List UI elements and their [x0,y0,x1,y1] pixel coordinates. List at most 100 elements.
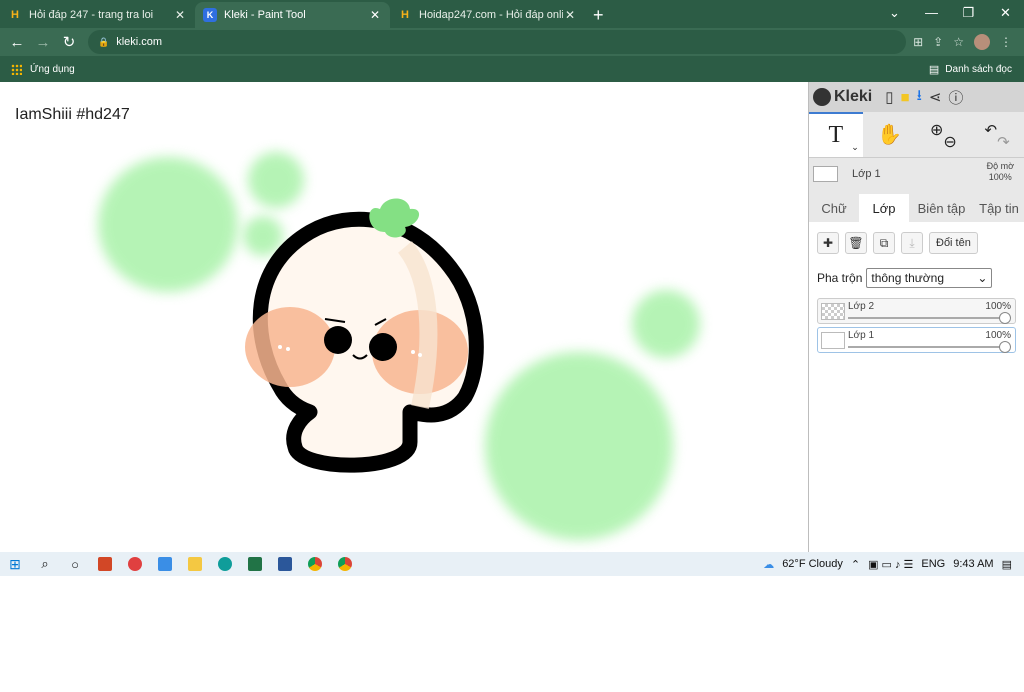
undo-icon[interactable]: ↶ [985,121,998,139]
layer-name: Lớp 2 [848,301,875,312]
toolbar-icons: ⊞ ⇪ ☆ ⋮ [913,30,1012,54]
kleki-favicon-icon: K [203,8,217,22]
tray-icons[interactable]: ▣ ▭ ♪ ☰ [868,558,913,571]
hoidap-favicon-icon: H [11,9,19,21]
bookmarks-bar: Ứng dụng ▤ Danh sách đọc [0,56,1024,82]
layer-thumbnail [821,303,845,320]
merge-down-button[interactable]: ⤓ [901,232,923,254]
address-bar[interactable]: 🔒 kleki.com [88,30,906,54]
search-icon[interactable]: ⌕ [30,552,60,576]
layer-opacity: 100% [985,330,1011,341]
browser-tab-2[interactable]: K Kleki - Paint Tool ✕ [195,2,390,28]
pc-icon[interactable] [150,552,180,576]
open-folder-icon[interactable]: ■ [901,89,910,106]
forward-icon[interactable]: → [30,34,56,51]
powerpoint-icon[interactable] [90,552,120,576]
excel-icon[interactable] [240,552,270,576]
layer-opacity-slider[interactable] [848,312,1011,324]
new-file-icon[interactable]: ▯ [885,88,893,106]
clock[interactable]: 9:43 AM [953,558,993,570]
share-icon[interactable]: ⋖ [929,88,942,106]
translate-icon[interactable]: ⊞ [913,35,923,49]
tab-title: Kleki - Paint Tool [224,9,306,21]
duplicate-layer-button[interactable]: ⧉ [873,232,895,254]
layer-row[interactable]: Lớp 2 100% [817,298,1016,324]
close-tab-icon[interactable]: ✕ [368,8,382,22]
word-icon[interactable] [270,552,300,576]
taskbar: ⊞ ⌕ ○ ☁ 62°F Cloudy ⌃ ▣ ▭ ♪ ☰ ENG 9:43 A… [0,552,1024,576]
rename-button[interactable]: Đổi tên [929,232,978,254]
window-controls: ⌄ — ❐ ✕ [876,0,1024,28]
kleki-logo: Kleki [813,88,872,106]
chevron-down-icon: ⌄ [977,271,988,285]
apps-label: Ứng dụng [30,63,75,75]
green-blob [632,290,700,358]
share-icon[interactable]: ⇪ [933,35,943,49]
tab-file[interactable]: Tập tin [974,194,1024,222]
reading-list-button[interactable]: ▤ Danh sách đọc [929,63,1012,76]
browser-tab-1[interactable]: H Hỏi đáp 247 - trang tra loi ✕ [0,2,195,28]
tab-title: Hỏi đáp 247 - trang tra loi [29,9,154,21]
reload-icon[interactable]: ↻ [56,33,82,51]
layer-row[interactable]: Lớp 1 100% [817,327,1016,353]
text-tool-button[interactable]: T ⌄ [809,112,863,157]
mushroom-drawing [245,198,484,473]
cortana-icon[interactable]: ○ [60,552,90,576]
app-icon[interactable] [120,552,150,576]
canvas-caption: IamShiii #hd247 [15,106,130,123]
minimize-icon[interactable]: — [913,0,950,28]
chevron-up-icon[interactable]: ⌃ [851,558,860,571]
zoom-out-icon[interactable]: ⊖ [943,132,956,152]
close-tab-icon[interactable]: ✕ [173,8,187,22]
chevron-down-icon[interactable]: ⌄ [851,142,859,153]
opacity-label: Độ mờ [986,161,1014,171]
blend-mode-select[interactable]: thông thường ⌄ [866,268,993,288]
weather-text[interactable]: 62°F Cloudy [782,558,843,570]
opacity-readout: Độ mờ 100% [987,161,1014,183]
chevron-down-icon[interactable]: ⌄ [876,0,913,28]
windows-start-icon[interactable]: ⊞ [0,552,30,576]
browser-tab-3[interactable]: H Hoidap247.com - Hỏi đáp online ✕ [390,2,585,28]
close-window-icon[interactable]: ✕ [987,0,1024,28]
download-icon[interactable]: ⭳ [917,85,922,110]
zoom-in-icon[interactable]: ⊕ [930,120,943,140]
restore-icon[interactable]: ❐ [950,0,987,28]
new-tab-icon[interactable]: + [593,2,604,28]
add-layer-button[interactable]: ✚ [817,232,839,254]
tool-bar: T ⌄ ✋ ⊕ ⊖ ↶ ↷ [809,112,1024,158]
avatar[interactable] [974,34,990,50]
layer-opacity-slider[interactable] [848,341,1011,353]
back-icon[interactable]: ← [4,34,30,51]
menu-icon[interactable]: ⋮ [1000,35,1012,49]
lock-icon: 🔒 [98,36,110,47]
layer-thumbnail [813,166,838,182]
redo-icon[interactable]: ↷ [997,133,1010,151]
close-tab-icon[interactable]: ✕ [563,8,577,22]
notification-icon[interactable]: ▤ [1002,558,1012,571]
tab-layers[interactable]: Lớp [859,194,909,222]
kleki-logo-icon [813,88,831,106]
slider-knob[interactable] [999,312,1011,324]
chrome-icon[interactable] [330,552,360,576]
star-icon[interactable]: ☆ [953,35,964,49]
tab-edit[interactable]: Biên tập [909,194,974,222]
delete-layer-button[interactable]: 🗑 [845,232,867,254]
apps-bookmark[interactable]: Ứng dụng [11,63,75,75]
active-layer-name: Lớp 1 [852,168,881,180]
blend-mode-row: Pha trộn thông thường ⌄ [817,268,1016,288]
help-icon[interactable]: ⓘ [948,87,963,108]
hoidap-favicon-icon: H [401,9,409,21]
chrome-icon[interactable] [300,552,330,576]
drawing-canvas[interactable]: IamShiii #hd247 [0,82,808,552]
url-text: kleki.com [116,36,163,48]
edge-icon[interactable] [210,552,240,576]
apps-grid-icon [11,63,22,75]
language-indicator[interactable]: ENG [921,558,945,570]
tab-text[interactable]: Chữ [809,194,859,222]
slider-knob[interactable] [999,341,1011,353]
kleki-header: Kleki ▯ ■ ⭳ ⋖ ⓘ [809,82,1024,112]
file-explorer-icon[interactable] [180,552,210,576]
hand-tool-button[interactable]: ✋ [863,112,917,157]
undo-redo-buttons: ↶ ↷ [970,112,1024,157]
layer-buttons: ✚ 🗑 ⧉ ⤓ Đổi tên [817,232,1016,254]
